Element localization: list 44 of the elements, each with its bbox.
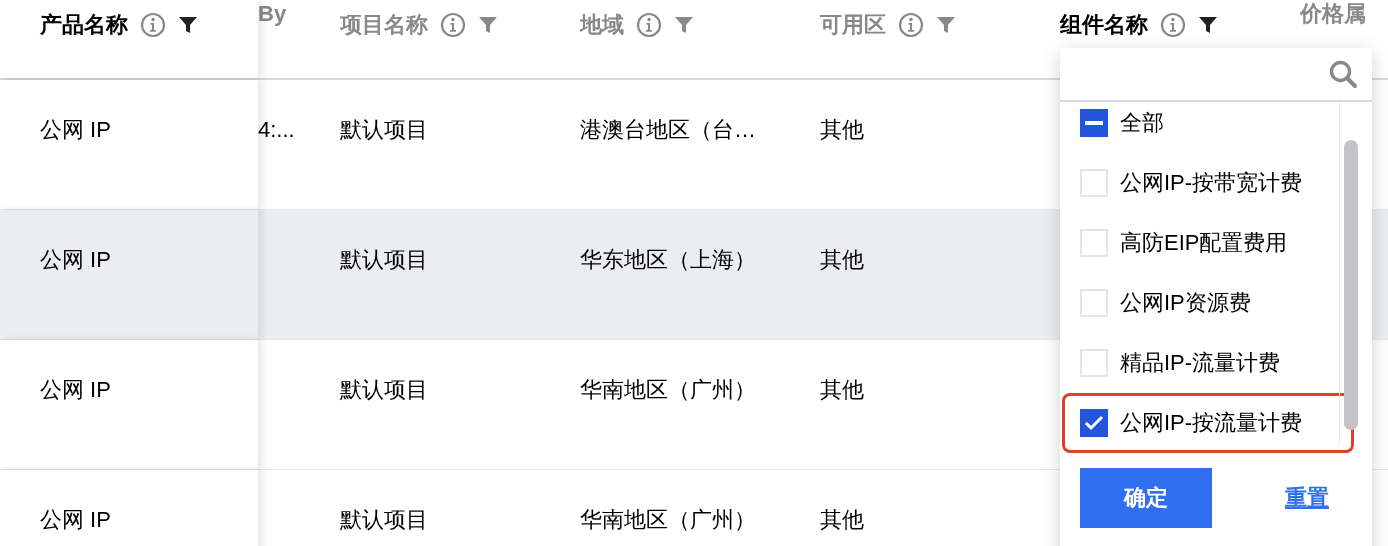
table-cell-text: 华东地区（上海）: [580, 245, 756, 274]
table-cell-text: 其他: [820, 115, 864, 144]
info-icon[interactable]: [140, 12, 166, 38]
column-header[interactable]: 地域: [580, 11, 624, 39]
column-header[interactable]: 组件名称: [1060, 11, 1148, 39]
search-icon[interactable]: [1328, 59, 1358, 89]
column-header[interactable]: 项目名称: [340, 11, 428, 39]
table-cell-text: 公网 IP: [40, 115, 111, 144]
table-cell-text: 华南地区（广州）: [580, 375, 756, 404]
table-cell-text: 港澳台地区（台…: [580, 115, 756, 144]
reset-link[interactable]: 重置: [1285, 483, 1329, 513]
table-cell-text: 其他: [820, 245, 864, 274]
filter-icon[interactable]: [178, 15, 198, 35]
table-cell-text: 默认项目: [340, 375, 428, 404]
scrollbar-thumb[interactable]: [1344, 140, 1358, 430]
column-header[interactable]: 产品名称: [40, 11, 128, 39]
option-label[interactable]: 公网IP-按带宽计费: [1120, 168, 1303, 198]
info-icon[interactable]: [440, 12, 466, 38]
table-cell-text: 公网 IP: [40, 505, 111, 534]
option-label[interactable]: 精品IP-流量计费: [1120, 348, 1281, 378]
info-icon[interactable]: [1160, 12, 1186, 38]
table-cell-text: 其他: [820, 505, 864, 534]
filter-icon[interactable]: [1198, 15, 1218, 35]
table-cell-text: 默认项目: [340, 115, 428, 144]
option-label[interactable]: 公网IP-按流量计费: [1120, 408, 1303, 438]
table-cell-text: 公网 IP: [40, 375, 111, 404]
confirm-button[interactable]: 确定: [1080, 468, 1212, 528]
table-cell-text: 默认项目: [340, 245, 428, 274]
table-cell-text: 公网 IP: [40, 245, 111, 274]
table-cell-text: 其他: [820, 375, 864, 404]
option-label[interactable]: 公网IP资源费: [1120, 288, 1251, 318]
minus-icon: [1085, 121, 1103, 125]
table-cell-text: 默认项目: [340, 505, 428, 534]
info-icon[interactable]: [636, 12, 662, 38]
column-header[interactable]: By: [258, 0, 287, 28]
column-header[interactable]: 价格属: [1300, 0, 1366, 28]
checkbox[interactable]: [1080, 109, 1108, 137]
option-label[interactable]: 高防EIP配置费用: [1120, 228, 1288, 258]
info-icon[interactable]: [898, 12, 924, 38]
option-label[interactable]: 全部: [1120, 108, 1164, 138]
table-cell-text: 华南地区（广州）: [580, 505, 756, 534]
column-header[interactable]: 可用区: [820, 11, 886, 39]
checkbox[interactable]: [1080, 409, 1108, 437]
table-cell: 4:...: [258, 116, 295, 143]
